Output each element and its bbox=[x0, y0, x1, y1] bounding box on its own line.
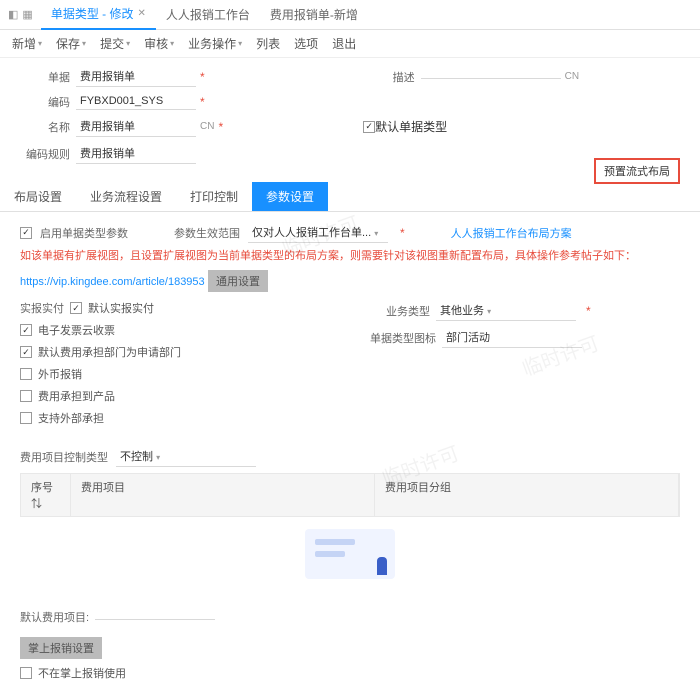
default-item-field[interactable] bbox=[95, 615, 215, 620]
realpay-checkbox[interactable] bbox=[70, 302, 82, 314]
tab-expense-new[interactable]: 费用报销单-新增 bbox=[260, 0, 368, 29]
enable-params-checkbox[interactable] bbox=[20, 227, 32, 239]
subtab-flow[interactable]: 业务流程设置 bbox=[76, 182, 176, 211]
help-link[interactable]: https://vip.kingdee.com/article/183953 bbox=[20, 276, 205, 288]
tb-biz[interactable]: 业务操作▾ bbox=[188, 35, 242, 52]
scope-label: 参数生效范围 bbox=[174, 225, 240, 241]
no-mobile-label: 不在掌上报销使用 bbox=[38, 665, 126, 681]
tb-audit[interactable]: 审核▾ bbox=[144, 35, 174, 52]
tab-workbench[interactable]: 人人报销工作台 bbox=[156, 0, 260, 29]
mobile-settings-header: 掌上报销设置 bbox=[20, 637, 102, 659]
tb-exit[interactable]: 退出 bbox=[332, 35, 356, 52]
subtab-layout[interactable]: 布局设置 bbox=[0, 182, 76, 211]
biztype-select[interactable]: 其他业务 ▾ bbox=[436, 300, 576, 321]
control-type-select[interactable]: 不控制 ▾ bbox=[116, 446, 256, 467]
biztype-label: 业务类型 bbox=[370, 303, 430, 319]
supportext-checkbox[interactable] bbox=[20, 412, 32, 424]
code-label: 编码 bbox=[20, 94, 70, 110]
empty-illustration bbox=[20, 517, 680, 591]
tb-submit[interactable]: 提交▾ bbox=[100, 35, 130, 52]
layout-scheme-link[interactable]: 人人报销工作台布局方案 bbox=[451, 225, 572, 241]
scope-select[interactable]: 仅对人人报销工作台单... ▾ bbox=[248, 222, 388, 243]
toproduct-checkbox[interactable] bbox=[20, 390, 32, 402]
tb-options[interactable]: 选项 bbox=[294, 35, 318, 52]
common-settings-header: 通用设置 bbox=[208, 270, 268, 292]
subtab-print[interactable]: 打印控制 bbox=[176, 182, 252, 211]
bill-label: 单据 bbox=[20, 69, 70, 85]
tb-list[interactable]: 列表 bbox=[256, 35, 280, 52]
bill-field[interactable]: 费用报销单 bbox=[76, 66, 196, 87]
ecloud-checkbox[interactable] bbox=[20, 324, 32, 336]
code-field[interactable]: FYBXD001_SYS bbox=[76, 93, 196, 110]
control-type-label: 费用项目控制类型 bbox=[20, 449, 108, 465]
tb-save[interactable]: 保存▾ bbox=[56, 35, 86, 52]
tab-icon-2[interactable]: ▦ bbox=[22, 8, 32, 21]
external-checkbox[interactable] bbox=[20, 368, 32, 380]
desc-field[interactable] bbox=[421, 74, 561, 79]
rule-field[interactable]: 费用报销单 bbox=[76, 143, 196, 164]
close-icon[interactable]: ✕ bbox=[137, 8, 145, 19]
icon-label: 单据类型图标 bbox=[370, 330, 436, 346]
name-field[interactable]: 费用报销单 bbox=[76, 116, 196, 137]
tab-bill-type[interactable]: 单据类型 - 修改 ✕ bbox=[41, 0, 156, 30]
defaultdept-checkbox[interactable] bbox=[20, 346, 32, 358]
desc-label: 描述 bbox=[365, 69, 415, 85]
tb-new[interactable]: 新增▾ bbox=[12, 35, 42, 52]
enable-params-label: 启用单据类型参数 bbox=[40, 225, 128, 241]
control-table-header: 序号 ⇅ 费用项目 费用项目分组 bbox=[20, 473, 680, 517]
subtab-params[interactable]: 参数设置 bbox=[252, 182, 328, 211]
default-item-label: 默认费用项目: bbox=[20, 609, 89, 625]
default-type-label: 默认单据类型 bbox=[375, 118, 447, 135]
tab-icon-1[interactable]: ◧ bbox=[8, 8, 18, 21]
preset-layout-button[interactable]: 预置流式布局 bbox=[594, 158, 680, 184]
name-label: 名称 bbox=[20, 119, 70, 135]
icon-select[interactable]: 部门活动 bbox=[442, 327, 582, 348]
default-type-checkbox[interactable] bbox=[363, 121, 375, 133]
rule-label: 编码规则 bbox=[20, 146, 70, 162]
warning-text: 如该单据有扩展视图，且设置扩展视图为当前单据类型的布局方案，则需要针对该视图重新… bbox=[20, 249, 680, 264]
no-mobile-checkbox[interactable] bbox=[20, 667, 32, 679]
